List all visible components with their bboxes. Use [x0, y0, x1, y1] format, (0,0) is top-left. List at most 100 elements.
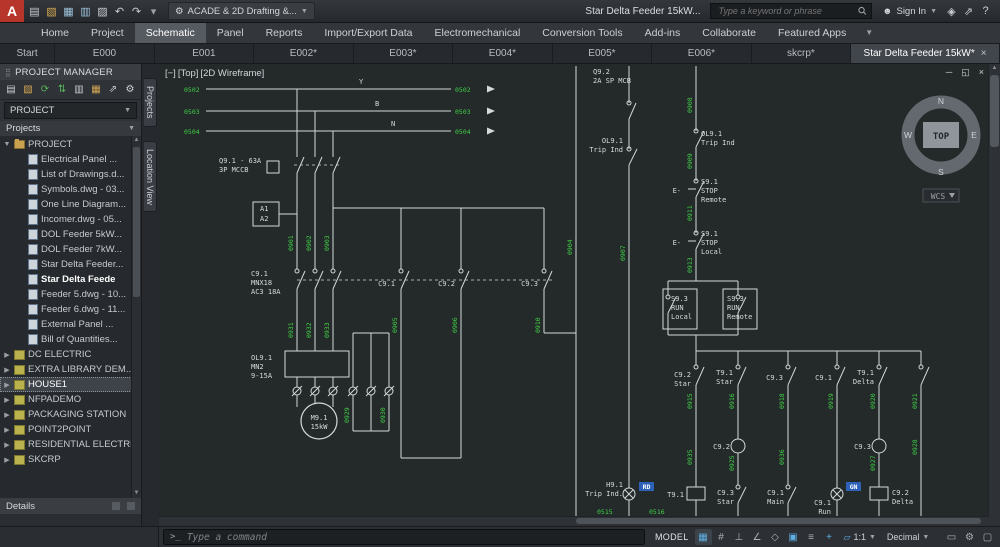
expand-icon[interactable]: ▶: [3, 366, 11, 374]
ribbon-tab-collaborate[interactable]: Collaborate: [691, 23, 767, 43]
qat-dropdown-icon[interactable]: ▾: [145, 5, 162, 18]
ribbon-tab-add-ins[interactable]: Add-ins: [634, 23, 692, 43]
workspace-selector[interactable]: ⚙ ACADE & 2D Drafting &... ▼: [168, 2, 315, 20]
grid-icon[interactable]: ▦: [695, 529, 712, 545]
clean-screen-icon[interactable]: ▢: [979, 529, 996, 545]
polar-tracking-icon[interactable]: ∠: [749, 529, 766, 545]
ribbon-tab-project[interactable]: Project: [80, 23, 135, 43]
expand-icon[interactable]: ▶: [3, 396, 11, 404]
project-item-skcrp[interactable]: ▶SKCRP: [0, 452, 132, 467]
vscroll-thumb[interactable]: [990, 75, 999, 147]
lineweight-icon[interactable]: ≡: [803, 529, 820, 545]
side-tab-location-view[interactable]: Location View: [144, 141, 157, 213]
ribbon-tab-home[interactable]: Home: [30, 23, 80, 43]
refresh-icon[interactable]: ⟳: [38, 84, 52, 95]
drawing-item-bill-of-quantities[interactable]: Bill of Quantities...: [0, 332, 132, 347]
compass-north[interactable]: N: [938, 96, 944, 106]
ribbon-tab-import-export-data[interactable]: Import/Export Data: [313, 23, 423, 43]
viewport-control-1[interactable]: [Top]: [178, 68, 199, 79]
update-retag-icon[interactable]: ⇅: [55, 84, 69, 95]
horizontal-scrollbar[interactable]: [159, 516, 989, 526]
drawing-item-star-delta-feede[interactable]: Star Delta Feede: [0, 272, 132, 287]
ribbon-tab-electromechanical[interactable]: Electromechanical: [423, 23, 531, 43]
export-icon[interactable]: ⇗: [106, 84, 120, 95]
projects-section-header[interactable]: Projects ▼: [0, 121, 141, 136]
compass-west[interactable]: W: [904, 130, 912, 140]
scroll-up-icon[interactable]: ▲: [989, 64, 1000, 73]
dynamic-input-icon[interactable]: +: [821, 529, 838, 545]
project-item-dc-electric[interactable]: ▶DC ELECTRIC: [0, 347, 132, 362]
ortho-icon[interactable]: ⊥: [731, 529, 748, 545]
share-icon[interactable]: ⇗: [960, 5, 977, 18]
project-item-extra-library-dem[interactable]: ▶EXTRA LIBRARY DEM...: [0, 362, 132, 377]
units-control[interactable]: Decimal ▼: [882, 532, 934, 542]
isodraft-icon[interactable]: ◇: [767, 529, 784, 545]
open-file-icon[interactable]: ▧: [43, 5, 60, 18]
osnap-icon[interactable]: ▣: [785, 529, 802, 545]
compass-east[interactable]: E: [971, 130, 977, 140]
search-icon[interactable]: [858, 6, 867, 16]
drawing-item-external-panel[interactable]: External Panel ...: [0, 317, 132, 332]
hscroll-thumb[interactable]: [576, 518, 981, 524]
drawing-item-electrical-panel[interactable]: Electrical Panel ...: [0, 152, 132, 167]
drawing-item-feeder-6-dwg-11[interactable]: Feeder 6.dwg - 11...: [0, 302, 132, 317]
model-space-button[interactable]: MODEL: [655, 532, 689, 542]
project-item-residential-electri[interactable]: ▶RESIDENTIAL ELECTRI...: [0, 437, 132, 452]
file-tab-star-delta-feeder-15kw[interactable]: Star Delta Feeder 15kW*×: [851, 44, 1000, 63]
drawing-item-dol-feeder-7kw[interactable]: DOL Feeder 7kW...: [0, 242, 132, 257]
drawing-item-list-of-drawings-d[interactable]: List of Drawings.d...: [0, 167, 132, 182]
ribbon-tab-reports[interactable]: Reports: [255, 23, 314, 43]
expand-icon[interactable]: ▶: [3, 381, 11, 389]
plot-icon[interactable]: ▨: [94, 5, 111, 18]
scroll-down-icon[interactable]: ▼: [132, 489, 141, 498]
zip-project-icon[interactable]: ▦: [89, 84, 103, 95]
ribbon-minimize-icon[interactable]: ▼: [857, 23, 881, 43]
redo-icon[interactable]: ↷: [128, 5, 145, 18]
ribbon-tab-schematic[interactable]: Schematic: [135, 23, 206, 43]
expand-icon[interactable]: ▶: [3, 411, 11, 419]
project-item-point2point[interactable]: ▶POINT2POINT: [0, 422, 132, 437]
search-box[interactable]: [710, 3, 872, 19]
undo-icon[interactable]: ↶: [111, 5, 128, 18]
file-tab-e001[interactable]: E001: [155, 44, 255, 63]
file-tab-skcrp[interactable]: skcrp*: [752, 44, 852, 63]
new-file-icon[interactable]: ▤: [26, 5, 43, 18]
drawing-item-symbols-dwg-03[interactable]: Symbols.dwg - 03...: [0, 182, 132, 197]
viewport-control-0[interactable]: [−]: [165, 68, 176, 79]
minimize-drawing-icon[interactable]: ─: [946, 67, 952, 78]
ribbon-tab-conversion-tools[interactable]: Conversion Tools: [531, 23, 633, 43]
viewport-control-2[interactable]: [2D Wireframe]: [200, 68, 264, 79]
project-item-house1[interactable]: ▶HOUSE1: [0, 377, 132, 392]
drawing-item-one-line-diagram[interactable]: One Line Diagram...: [0, 197, 132, 212]
expand-icon[interactable]: ▶: [3, 426, 11, 434]
settings-icon[interactable]: ⚙: [123, 84, 137, 95]
drawing-item-incomer-dwg-05[interactable]: Incomer.dwg - 05...: [0, 212, 132, 227]
help-icon[interactable]: ?: [977, 5, 994, 17]
drawing-item-feeder-5-dwg-10[interactable]: Feeder 5.dwg - 10...: [0, 287, 132, 302]
command-line[interactable]: >_ Type a command: [163, 529, 645, 545]
close-drawing-icon[interactable]: ×: [979, 67, 984, 78]
ribbon-tab-featured-apps[interactable]: Featured Apps: [767, 23, 857, 43]
project-dropdown[interactable]: PROJECT ▼: [4, 102, 137, 119]
tree-scrollbar-thumb[interactable]: [133, 147, 140, 297]
expand-icon[interactable]: ▶: [3, 441, 11, 449]
file-tab-e000[interactable]: E000: [55, 44, 155, 63]
file-tab-start[interactable]: Start: [0, 44, 55, 63]
save-icon[interactable]: ▦: [60, 5, 77, 18]
autocad-logo-icon[interactable]: A: [0, 0, 24, 22]
scroll-up-icon[interactable]: ▲: [132, 136, 141, 145]
restore-drawing-icon[interactable]: ◱: [961, 67, 970, 78]
details-dock-icon[interactable]: [112, 502, 120, 510]
annotation-visibility-icon[interactable]: ▭: [943, 529, 960, 545]
collapse-icon[interactable]: ▼: [3, 141, 11, 148]
file-tab-e005[interactable]: E005*: [553, 44, 653, 63]
sign-in-button[interactable]: ☻ Sign In ▼: [882, 6, 937, 17]
details-pin-icon[interactable]: [127, 502, 135, 510]
annotation-scale-control[interactable]: ▱ 1:1 ▼: [839, 532, 881, 543]
project-manager-header[interactable]: ⣿ PROJECT MANAGER: [0, 64, 141, 80]
project-new-icon[interactable]: ▤: [4, 84, 18, 95]
file-tab-e003[interactable]: E003*: [354, 44, 454, 63]
ribbon-tab-panel[interactable]: Panel: [206, 23, 255, 43]
tree-scrollbar[interactable]: ▲ ▼: [131, 136, 141, 498]
drawing-item-star-delta-feeder[interactable]: Star Delta Feeder...: [0, 257, 132, 272]
